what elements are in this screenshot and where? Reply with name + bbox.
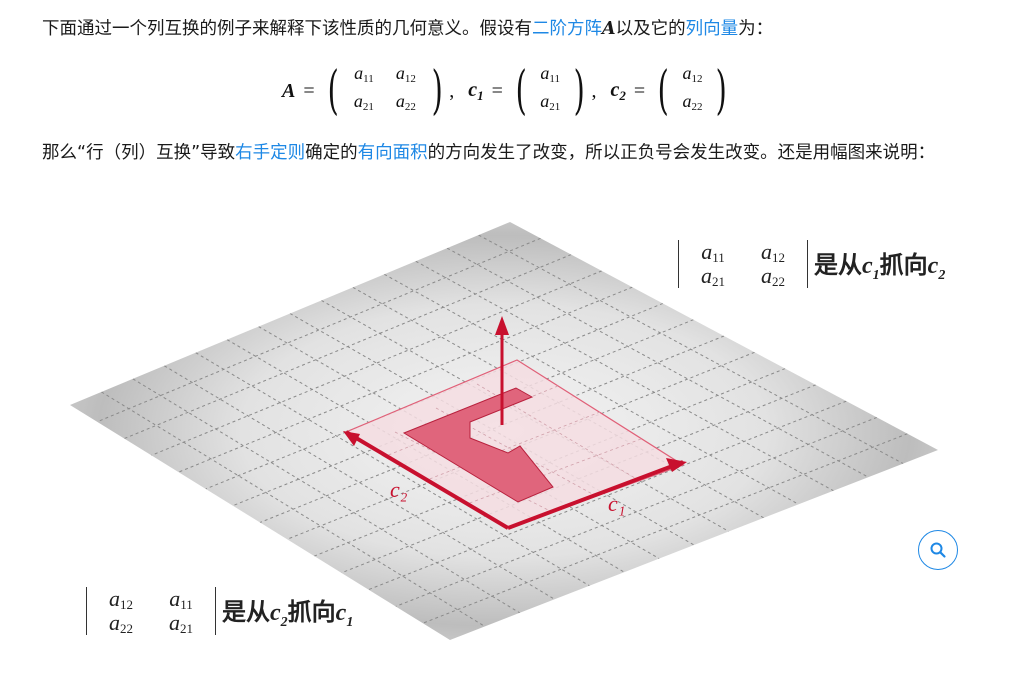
- c2-entry-a22: a22: [682, 91, 703, 113]
- vector-label-c1: c₁: [608, 491, 625, 516]
- matrix-definition: A = ( a11 a12 a21 a22 ) , c1 = ( a11 a21…: [282, 60, 732, 122]
- math-symbol-A: A: [282, 79, 296, 102]
- caption-top: a11 a12 a21 a22 是从c1抓向c2: [678, 240, 946, 289]
- link-right-hand-rule[interactable]: 右手定则: [235, 143, 305, 163]
- caption-bottom: a12 a11 a22 a21 是从c2抓向c1: [86, 587, 354, 636]
- caption-bottom-text: 是从c2抓向c1: [222, 596, 354, 630]
- para2-text-after: 的方向发生了改变，所以正负号会发生改变。还是用幅图来说明：: [427, 143, 936, 163]
- symbol-A: A: [602, 19, 616, 39]
- math-equals-c2: =: [633, 79, 646, 102]
- vector-c2: ( a12 a22 ): [657, 61, 728, 121]
- link-column-vector[interactable]: 列向量: [686, 19, 739, 39]
- link-second-order-matrix[interactable]: 二阶方阵: [532, 19, 602, 39]
- para2-text-before: 那么“行（列）互换”导致: [42, 143, 236, 163]
- intro-text-after: 为：: [738, 19, 774, 39]
- math-equals-c1: =: [491, 79, 503, 102]
- link-directed-area[interactable]: 有向面积: [358, 143, 428, 163]
- vector-label-c2: c₂: [390, 477, 408, 502]
- vector-c1: ( a11 a21 ): [515, 61, 585, 121]
- math-equals: =: [303, 79, 315, 102]
- c1-entry-a11: a11: [540, 63, 560, 85]
- determinant-original: a11 a12 a21 a22: [678, 240, 808, 289]
- caption-top-text: 是从c1抓向c2: [814, 249, 946, 283]
- entry-a22: a22: [395, 91, 416, 113]
- zoom-button[interactable]: [918, 530, 958, 570]
- intro-paragraph: 下面通过一个列互换的例子来解释下该性质的几何意义。假设有二阶方阵A以及它的列向量…: [42, 14, 972, 44]
- entry-a21: a21: [353, 91, 374, 113]
- entry-a12: a12: [395, 63, 416, 85]
- explanation-paragraph: 那么“行（列）互换”导致右手定则确定的有向面积的方向发生了改变，所以正负号会发生…: [42, 138, 972, 168]
- para2-text-mid: 确定的: [305, 143, 358, 163]
- matrix-A: ( a11 a12 a21 a22 ): [327, 61, 443, 121]
- determinant-swapped: a12 a11 a22 a21: [86, 587, 216, 636]
- c2-entry-a12: a12: [682, 63, 703, 85]
- orientation-figure: c₂ c₁ a11 a12 a21 a22 是从c1抓向c2 a12 a11 a…: [0, 200, 1024, 660]
- magnifier-icon: [930, 542, 946, 558]
- math-symbol-c1: c1: [468, 78, 484, 103]
- intro-text-before: 下面通过一个列互换的例子来解释下该性质的几何意义。假设有: [42, 19, 532, 39]
- math-comma-1: ,: [449, 79, 455, 102]
- intro-text-mid: 以及它的: [615, 19, 686, 39]
- entry-a11: a11: [354, 63, 374, 85]
- math-comma-2: ,: [591, 79, 597, 102]
- c1-entry-a21: a21: [540, 91, 561, 113]
- math-symbol-c2: c2: [610, 78, 626, 103]
